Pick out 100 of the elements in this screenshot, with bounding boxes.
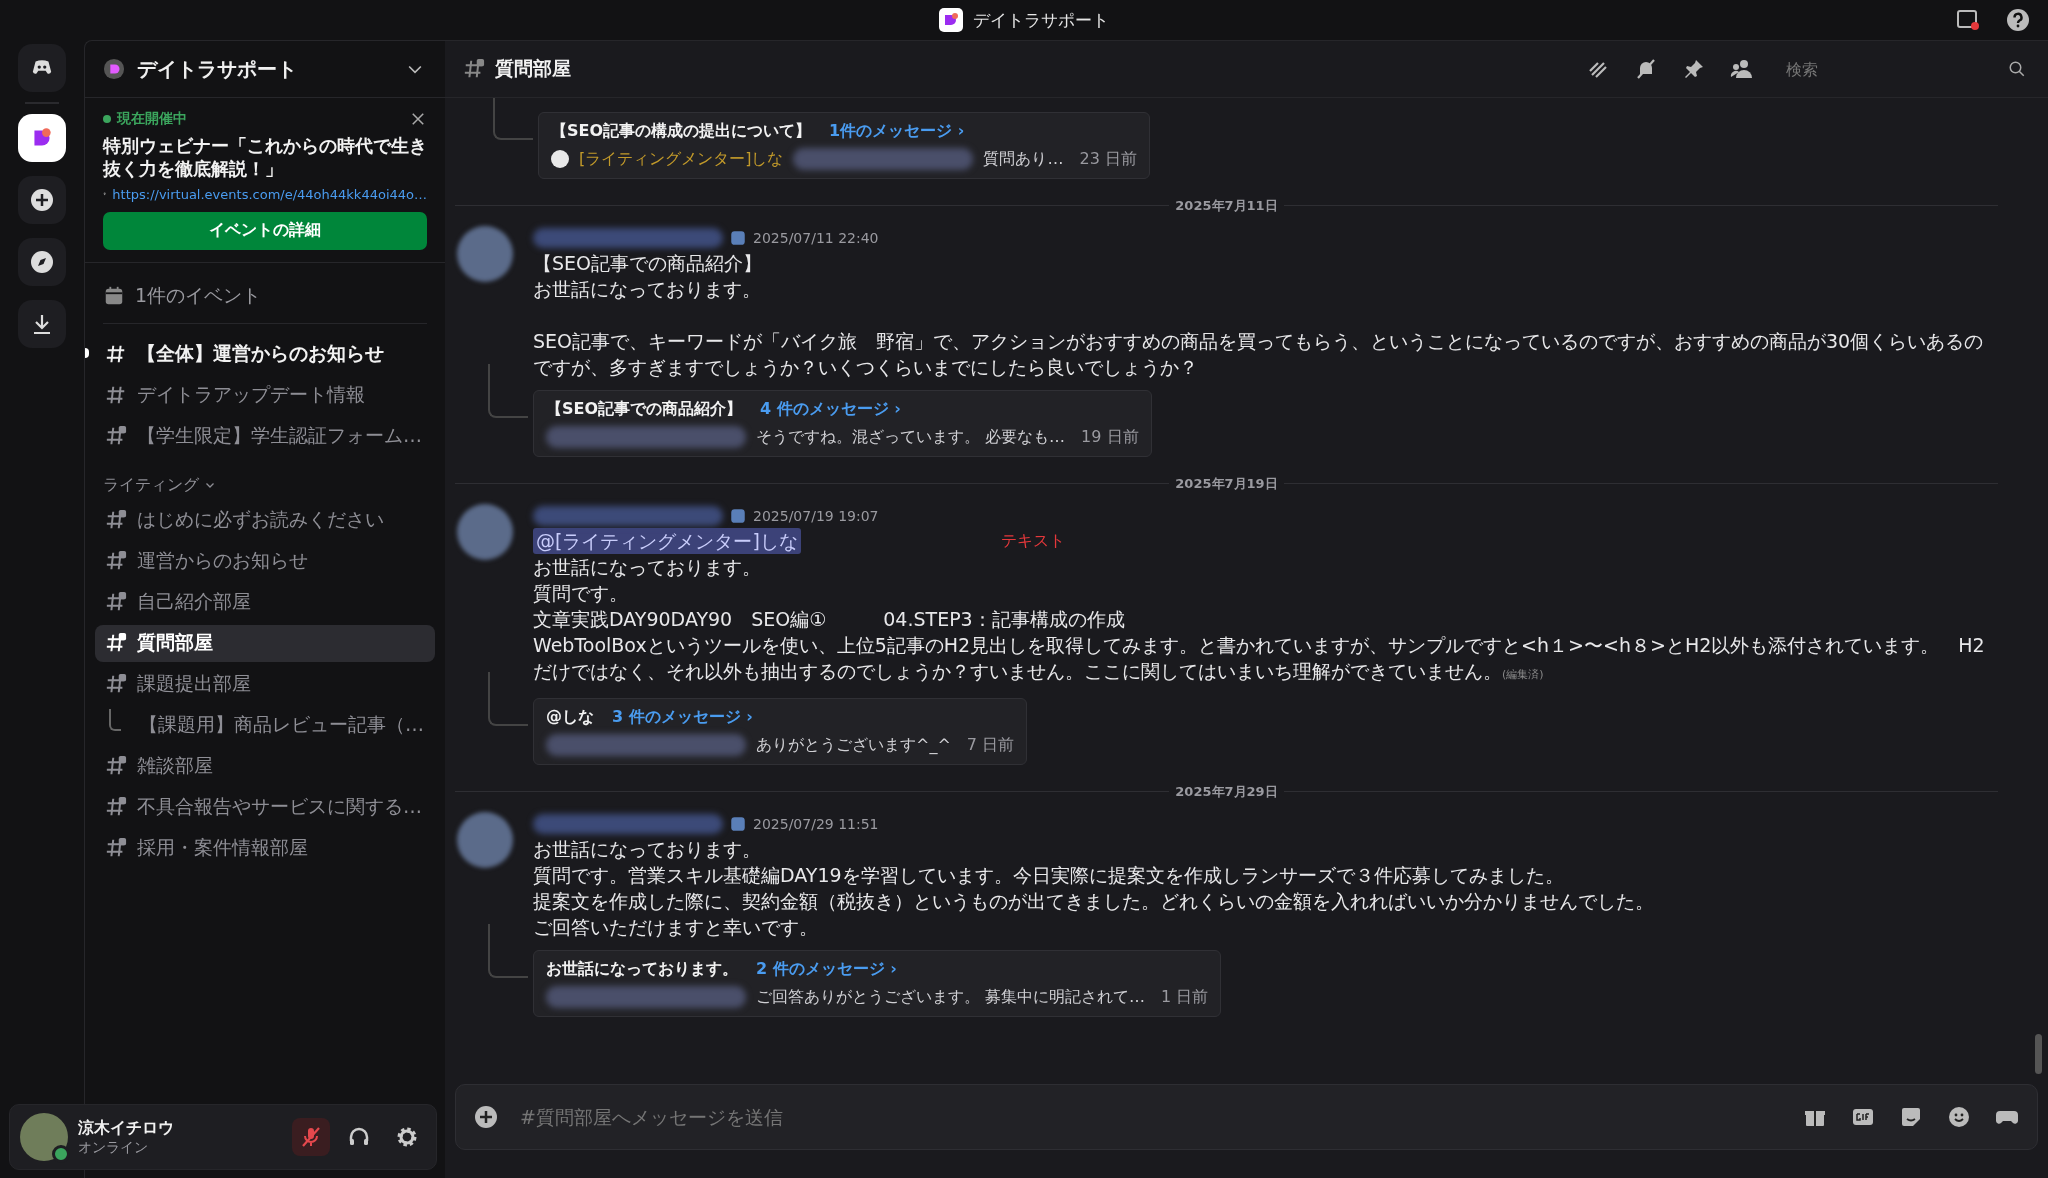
download-button[interactable] [18,300,66,348]
user-mention[interactable]: @[ライティングメンター]しな [533,528,801,554]
thread-message-count[interactable]: 4 件のメッセージ › [760,399,901,420]
channel-item[interactable]: 【学生限定】学生認証フォーム… [95,417,435,455]
thread-preview: 質問あり… [983,148,1064,170]
server-header[interactable]: デイトラサポート [85,41,445,98]
category-header[interactable]: ライティング [103,474,435,496]
thread-connector-line [488,924,528,978]
message-text: お世話になっております。 [533,837,762,862]
role-badge-icon [729,229,747,247]
thread-title: @しな [546,707,594,728]
search-icon [2008,60,2026,78]
thread-message-count[interactable]: 2 件のメッセージ › [756,959,897,980]
microphone-muted-icon [299,1125,323,1149]
help-icon[interactable] [2006,8,2030,32]
close-icon[interactable] [409,110,427,128]
thread-preview: ご回答ありがとうございます。 募集中に明記されて… [756,986,1146,1008]
inbox-icon[interactable] [1956,8,1980,32]
plus-icon [30,188,54,212]
sticker-icon[interactable] [1899,1105,1923,1129]
thread-connector-line [488,672,528,726]
thread-connector-line [493,98,533,140]
user-name: 涼木イチロウ [78,1117,175,1139]
avatar[interactable] [457,504,513,560]
gear-icon [395,1125,419,1149]
event-link[interactable]: https://virtual.events.com/e/44oh44kk44oi44o… [112,186,427,202]
members-icon[interactable] [1730,57,1754,81]
avatar[interactable] [457,812,513,868]
channel-item[interactable]: 運営からのお知らせ [95,542,435,580]
message-text: WebToolBoxというツールを使い、上位5記事のH2見出しを取得してみます。と書かれていますが、サンプルですと<h１>〜<h８>とH2以外も添付されています。 H2だけではなく、それ以外も抽出するのでしょうか？すいません。ここに関してはいまいち理解ができていません。(編集済) [533,633,1986,684]
channel-item[interactable]: 【全体】運営からのお知らせ [95,335,435,373]
thread-title: 【SEO記事の構成の提出について】 [551,121,812,142]
channel-title: 質問部屋 [495,56,571,81]
message-text: SEO記事で、キーワードが「バイク旅 野宿」で、アクションがおすすめの商品を買ってもらう、ということになっているのですが、おすすめの商品が30個くらいあるのですが、多すぎますでしょうか？いくつくらいまでにしたら良いでしょうか？ [533,329,1985,380]
user-status: オンライン [78,1138,149,1157]
calendar-icon [103,284,125,307]
emoji-icon[interactable] [1947,1105,1971,1129]
thread-title: 【SEO記事での商品紹介】 [546,399,743,420]
compass-icon [30,250,54,274]
thread-card[interactable]: 【SEO記事の構成の提出について】 1件のメッセージ › [ライティングメンター]しな 質問あり… 23 日前 [538,112,1150,179]
unread-indicator [85,347,89,358]
discover-button[interactable] [18,238,66,286]
search-field[interactable]: 検索 [1778,51,2034,87]
thread-time: 19 日前 [1081,426,1139,448]
message-timestamp: 2025/07/19 19:07 [753,508,879,524]
message-timestamp: 2025/07/29 11:51 [753,816,879,832]
server-badge-icon [103,58,125,80]
event-status: 現在開催中 [103,110,187,128]
event-details-button[interactable]: イベントの詳細 [103,211,427,250]
server-icon[interactable] [18,114,66,162]
thread-author: [ライティングメンター]しな [579,148,784,170]
message-text: 提案文を作成した際に、契約金額（税抜き）というものが出てきました。どれくらいの金額を入れればいいか分かりませんでした。 [533,889,1655,914]
home-button[interactable] [18,44,66,92]
avatar[interactable] [457,226,513,282]
channel-item[interactable]: 質問部屋 [95,624,435,662]
message-text: 質問です。営業スキル基礎編DAY19を学習しています。今日実際に提案文を作成しランサーズで３件応募してみました。 [533,863,1565,888]
thread-message-count[interactable]: 3 件のメッセージ › [612,707,753,728]
channel-item[interactable]: はじめに必ずお読みください [95,501,435,539]
thread-card[interactable]: 【SEO記事での商品紹介】 4 件のメッセージ › そうですね。混ざっています。 必要なも… 19 日前 [533,390,1152,457]
plus-icon[interactable] [474,1105,498,1129]
thread-preview: ありがとうございます^_^ [756,734,951,756]
thread-item[interactable]: 【課題用】商品レビュー記事（… [95,706,435,744]
channel-item[interactable]: 自己紹介部屋 [95,583,435,621]
thread-connector-line [488,364,528,418]
role-badge-icon [729,507,747,525]
thread-title: お世話になっております。 [546,959,738,980]
message-input[interactable]: #質問部屋へメッセージを送信 [518,1105,1783,1129]
thread-preview: そうですね。混ざっています。 必要なも… [756,426,1066,448]
message-text: お世話になっております。 [533,277,762,302]
muted-bell-icon[interactable] [1634,57,1658,81]
scrollbar[interactable] [2035,1034,2042,1074]
thread-card[interactable]: @しな 3 件のメッセージ › ありがとうございます^_^ 7 日前 [533,698,1028,765]
message-composer[interactable]: #質問部屋へメッセージを送信 [455,1084,2038,1150]
event-title: 特別ウェビナー「これからの時代で生き抜く力を徹底解説！」 [103,134,427,181]
channel-item[interactable]: 採用・案件情報部屋 [95,829,435,867]
message-text: 質問です。 [533,581,629,606]
server-logo-icon [939,8,963,32]
annotation-text: テキスト [1000,530,1065,552]
add-server-button[interactable] [18,176,66,224]
microphone-button[interactable] [292,1118,330,1156]
avatar [551,150,569,168]
events-link[interactable]: 1件のイベント [103,272,427,324]
window-title: デイトラサポート [973,8,1109,32]
channel-item[interactable]: 雑談部屋 [95,747,435,785]
thread-time: 7 日前 [966,734,1015,756]
message-text: ご回答いただけますと幸いです。 [533,915,819,940]
role-badge-icon [729,815,747,833]
message-timestamp: 2025/07/11 22:40 [753,230,879,246]
locked-channel-icon [463,58,485,80]
thread-card[interactable]: お世話になっております。 2 件のメッセージ › ご回答ありがとうございます。 募集中に明記されて… 1 日前 [533,950,1222,1017]
message-text: 【SEO記事での商品紹介】 [533,251,764,276]
thread-time: 23 日前 [1079,148,1137,170]
user-avatar[interactable] [20,1113,68,1161]
message-text: 文章実践DAY90DAY90 SEO編① 04.STEP3：記事構成の作成 [533,607,1126,632]
channel-item[interactable]: デイトラアップデート情報 [95,376,435,414]
channel-item[interactable]: 不具合報告やサービスに関する… [95,788,435,826]
thread-time: 1 日前 [1161,986,1209,1008]
channel-item[interactable]: 課題提出部屋 [95,665,435,703]
message-text: お世話になっております。 [533,555,762,580]
thread-message-count[interactable]: 1件のメッセージ › [829,121,965,142]
